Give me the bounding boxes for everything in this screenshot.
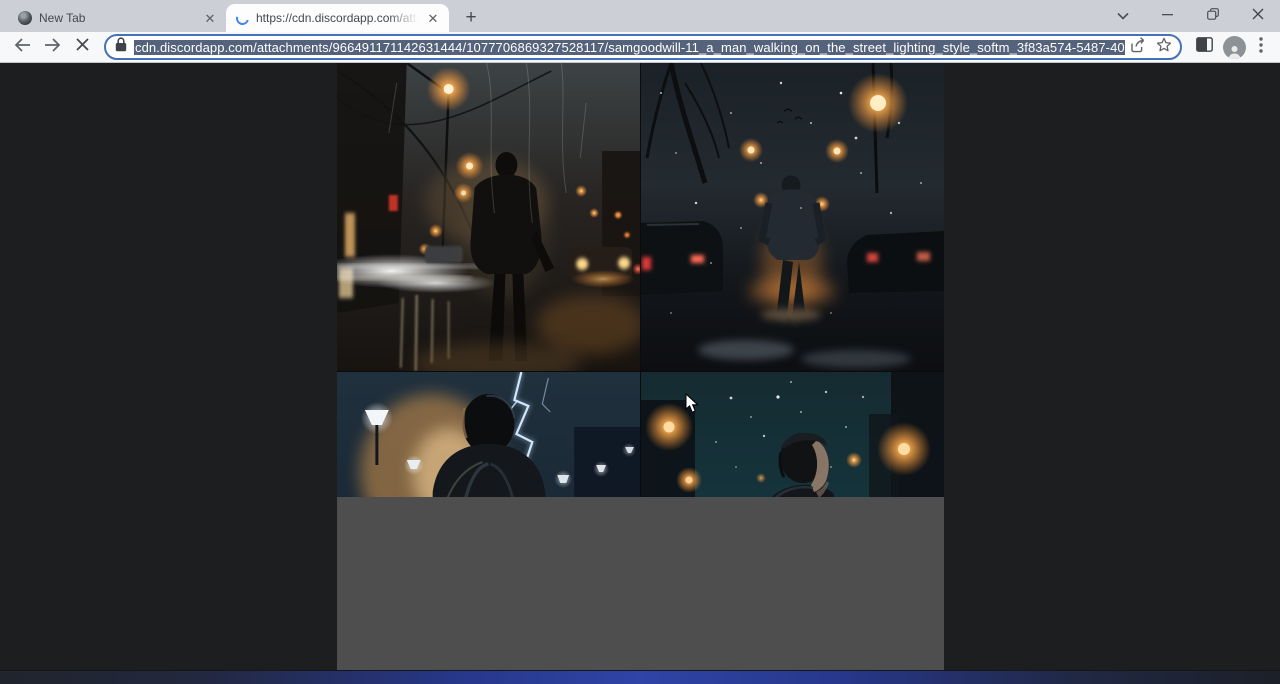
globe-icon <box>18 11 32 25</box>
tab-title: New Tab <box>39 11 195 25</box>
window-controls <box>1100 0 1280 32</box>
new-tab-button[interactable]: + <box>458 5 484 31</box>
back-button[interactable] <box>8 33 36 61</box>
profile-button[interactable] <box>1220 33 1248 61</box>
stop-x-icon <box>76 38 89 56</box>
image-loading-placeholder <box>337 497 944 670</box>
address-bar[interactable]: cdn.discordapp.com/attachments/966491171… <box>104 34 1182 60</box>
side-panel-icon <box>1196 37 1213 57</box>
restore-button[interactable] <box>1190 0 1235 32</box>
loading-spinner-icon <box>234 9 252 27</box>
lock-icon <box>115 37 127 57</box>
kebab-menu-icon <box>1259 37 1263 58</box>
forward-button[interactable] <box>38 33 66 61</box>
menu-button[interactable] <box>1250 33 1272 61</box>
stop-loading-button[interactable] <box>68 33 96 61</box>
share-button[interactable] <box>1125 35 1151 59</box>
tab-discord-cdn[interactable]: https://cdn.discordapp.com/atta ✕ <box>226 4 449 32</box>
minimize-icon <box>1162 7 1173 25</box>
tab-title: https://cdn.discordapp.com/atta <box>256 11 418 25</box>
close-window-button[interactable] <box>1235 0 1280 32</box>
close-icon[interactable]: ✕ <box>202 10 218 26</box>
close-icon[interactable]: ✕ <box>425 10 441 26</box>
forward-arrow-icon <box>44 38 61 57</box>
star-icon <box>1156 37 1172 58</box>
back-arrow-icon <box>14 38 31 57</box>
share-icon <box>1130 37 1147 58</box>
page-content <box>0 63 1280 670</box>
bookmark-button[interactable] <box>1151 35 1177 59</box>
tab-new-tab[interactable]: New Tab ✕ <box>8 4 226 32</box>
side-panel-button[interactable] <box>1190 33 1218 61</box>
mouse-cursor <box>685 393 699 414</box>
windows-taskbar-sliver <box>0 670 1280 684</box>
tab-search-button[interactable] <box>1100 0 1145 32</box>
close-icon <box>1252 7 1264 25</box>
chevron-down-icon <box>1117 7 1129 25</box>
minimize-button[interactable] <box>1145 0 1190 32</box>
discord-attachment-image[interactable] <box>337 63 944 670</box>
avatar-icon <box>1223 36 1246 59</box>
url-text[interactable]: cdn.discordapp.com/attachments/966491171… <box>134 40 1125 55</box>
image-quadrant-top-right <box>641 63 944 371</box>
browser-toolbar: cdn.discordapp.com/attachments/966491171… <box>0 32 1280 63</box>
image-quadrant-top-left <box>337 63 640 371</box>
tab-strip: New Tab ✕ https://cdn.discordapp.com/att… <box>0 0 1280 32</box>
restore-icon <box>1207 7 1219 25</box>
